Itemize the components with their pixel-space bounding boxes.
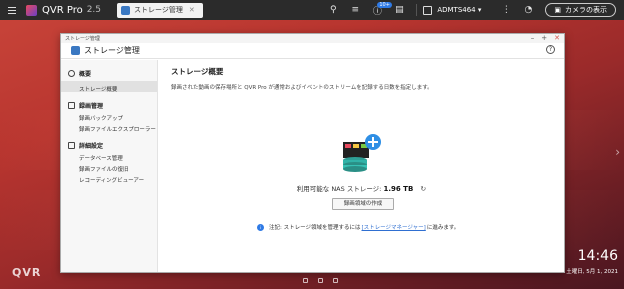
main-content: ストレージ概要 録画された動画の保存場所と QVR Pro が通常およびイベント… bbox=[159, 60, 564, 272]
page-description: 録画された動画の保存場所と QVR Pro が通常およびイベントのストリームを記… bbox=[171, 85, 433, 91]
tab-close-icon[interactable]: ✕ bbox=[189, 6, 195, 14]
more-icon[interactable]: ⋮ bbox=[495, 0, 517, 20]
search-icon[interactable]: ⚲ bbox=[322, 0, 344, 20]
notification-icon[interactable]: ⓘ 10+ bbox=[366, 0, 392, 20]
sidebar-item-recording-explorer[interactable]: 録画ファイルエクスプローラー bbox=[61, 121, 157, 133]
sidebar-section-label: 詳細設定 bbox=[79, 143, 104, 150]
storage-illustration-icon bbox=[343, 134, 381, 172]
sidebar-section-recording: 録画管理 bbox=[68, 101, 157, 110]
dock-settings-icon[interactable] bbox=[333, 278, 338, 283]
sidebar-item-viewer[interactable]: レコーディングビューアー bbox=[61, 172, 157, 184]
window-header: ストレージ管理 bbox=[61, 43, 564, 59]
dock-playback-icon[interactable] bbox=[318, 278, 323, 283]
tasks-icon[interactable]: ≡ bbox=[344, 0, 366, 20]
window-controls: – + ✕ bbox=[524, 34, 560, 43]
window-title: ストレージ管理 bbox=[84, 46, 140, 55]
note-prefix: 注記: ストレージ領域を管理するには bbox=[269, 225, 361, 231]
desktop-clock: 14:46 bbox=[577, 248, 618, 264]
app-version: 2.5 bbox=[86, 5, 102, 15]
storage-label: 利用可能な NAS ストレージ: bbox=[296, 185, 382, 193]
sidebar-item-recovery[interactable]: 録画ファイルの復旧 bbox=[61, 161, 157, 173]
camera-view-button[interactable]: ▣ カメラの表示 bbox=[545, 3, 616, 17]
qvr-watermark: QVR bbox=[12, 266, 42, 279]
sidebar-section-label: 概要 bbox=[79, 71, 92, 78]
create-recording-space-button[interactable]: 録画領域の作成 bbox=[332, 198, 394, 210]
info-icon: i bbox=[257, 223, 264, 231]
overview-icon bbox=[68, 70, 75, 77]
maximize-icon[interactable]: + bbox=[541, 34, 547, 43]
tab-label: ストレージ管理 bbox=[134, 6, 183, 14]
username: ADMTS464 ▾ bbox=[437, 6, 482, 14]
storage-value: 1.96 TB bbox=[383, 185, 414, 193]
desktop-date: 土曜日, 5月 1, 2021 bbox=[566, 269, 618, 275]
close-icon[interactable]: ✕ bbox=[554, 34, 560, 43]
sidebar-section-advanced: 詳細設定 bbox=[68, 141, 157, 150]
refresh-icon[interactable]: ↻ bbox=[420, 185, 426, 193]
desktop-dock bbox=[303, 278, 348, 283]
app-title: QVR Pro bbox=[42, 4, 83, 16]
storage-management-window: ストレージ管理 – + ✕ ストレージ管理 ? 概要 ストレージ概要 録画管理 … bbox=[60, 33, 565, 273]
storage-note: i 注記: ストレージ領域を管理するには [ストレージマネージャー] に進みます… bbox=[257, 223, 459, 231]
window-titlebar: ストレージ管理 bbox=[61, 34, 564, 43]
storage-manager-link[interactable]: [ストレージマネージャー] bbox=[362, 223, 426, 231]
available-storage: 利用可能な NAS ストレージ: 1.96 TB ↻ bbox=[159, 183, 564, 193]
top-bar: QVR Pro 2.5 ストレージ管理 ✕ ⚲ ≡ ⓘ 10+ ▤ ADMTS46… bbox=[0, 0, 624, 20]
note-suffix: に進みます。 bbox=[426, 225, 460, 231]
advanced-settings-icon bbox=[68, 142, 75, 149]
sidebar: 概要 ストレージ概要 録画管理 録画バックアップ 録画ファイルエクスプローラー … bbox=[61, 60, 158, 272]
storage-icon bbox=[121, 5, 131, 15]
dashboard-icon[interactable]: ◔ bbox=[517, 0, 539, 20]
divider bbox=[416, 4, 418, 16]
qvr-logo-icon bbox=[26, 4, 37, 16]
sidebar-item-storage-overview[interactable]: ストレージ概要 bbox=[61, 81, 157, 93]
sidebar-section-overview: 概要 bbox=[68, 69, 157, 78]
minimize-icon[interactable]: – bbox=[531, 34, 535, 43]
help-icon[interactable]: ? bbox=[546, 45, 555, 54]
next-page-icon[interactable]: › bbox=[615, 145, 620, 159]
sidebar-item-database[interactable]: データベース管理 bbox=[61, 150, 157, 162]
recording-icon bbox=[68, 102, 75, 109]
user-icon bbox=[423, 5, 433, 15]
dock-camera-icon[interactable] bbox=[303, 278, 308, 283]
sidebar-section-label: 録画管理 bbox=[79, 103, 104, 110]
user-menu[interactable]: ADMTS464 ▾ bbox=[423, 5, 482, 15]
page-title: ストレージ概要 bbox=[171, 67, 224, 76]
sidebar-item-recording-backup[interactable]: 録画バックアップ bbox=[61, 110, 157, 122]
menu-icon[interactable] bbox=[4, 0, 20, 20]
storage-icon bbox=[71, 46, 80, 55]
tab-storage-management[interactable]: ストレージ管理 ✕ bbox=[117, 2, 203, 18]
camera-view-label: カメラの表示 bbox=[565, 6, 607, 14]
camera-icon: ▣ bbox=[554, 6, 561, 14]
window-titlebar-text: ストレージ管理 bbox=[65, 36, 100, 42]
notification-badge: 10+ bbox=[377, 2, 392, 8]
